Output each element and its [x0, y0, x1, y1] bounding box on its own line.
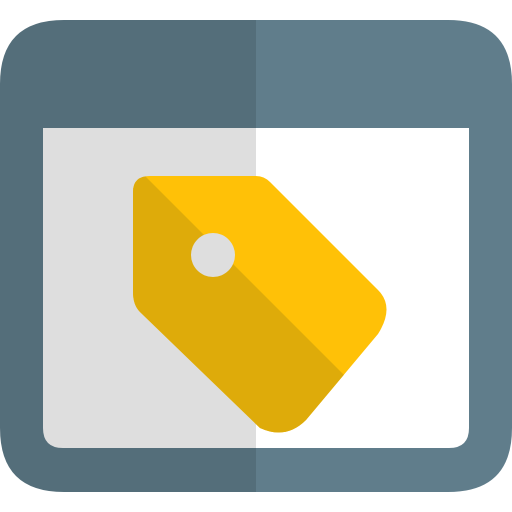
icon-canvas — [0, 20, 512, 492]
browser-window-price-tag-icon — [0, 0, 512, 512]
price-tag-hole — [191, 233, 235, 277]
